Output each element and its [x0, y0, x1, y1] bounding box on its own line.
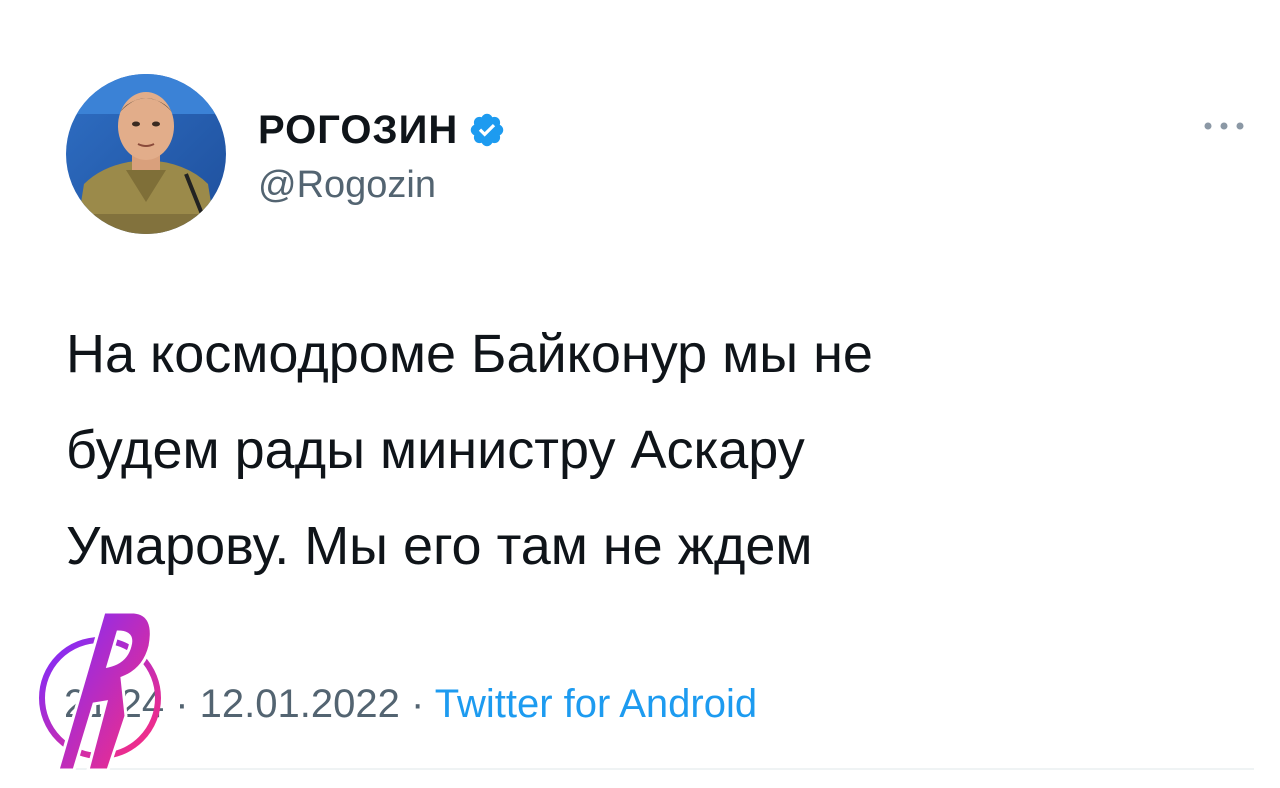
author-handle[interactable]: @Rogozin — [258, 162, 436, 208]
channel-logo-watermark — [30, 606, 170, 776]
tweet-card: РОГОЗИН @Rogozin На космодроме Байконур … — [0, 0, 1280, 788]
more-dots-icon[interactable] — [1196, 112, 1252, 140]
author-avatar[interactable] — [66, 74, 226, 234]
verified-badge-icon — [468, 111, 506, 149]
tweet-date[interactable]: 12.01.2022 — [200, 682, 400, 726]
author-display-name[interactable]: РОГОЗИН — [258, 106, 458, 154]
tweet-source-link[interactable]: Twitter for Android — [435, 682, 757, 726]
avatar-photo — [66, 74, 226, 234]
meta-separator: · — [411, 682, 435, 726]
meta-separator: · — [175, 682, 200, 726]
tweet-text: На космодроме Байконур мы не будем рады … — [66, 324, 873, 576]
divider — [66, 768, 1254, 770]
author-name-row[interactable]: РОГОЗИН — [258, 106, 506, 154]
